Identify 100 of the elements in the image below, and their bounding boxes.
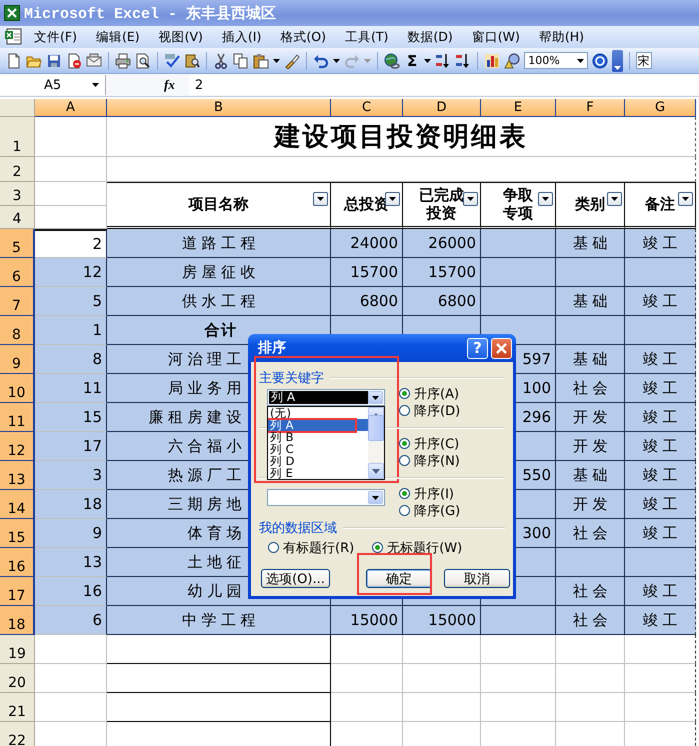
table-cell (35, 182, 107, 206)
function-button[interactable]: fx (164, 77, 175, 93)
key-dropdown[interactable]: 列 A (267, 389, 385, 406)
check-icon[interactable] (164, 52, 180, 68)
menu-item[interactable]: 视图(V) (148, 28, 212, 46)
caret-icon (372, 468, 380, 474)
filter-button[interactable] (607, 192, 622, 206)
toolbar-options-button[interactable] (612, 50, 624, 72)
shapes-icon[interactable] (504, 52, 520, 68)
dialog-button[interactable]: 选项(O)... (261, 569, 330, 588)
row-header[interactable]: 8 (0, 316, 35, 345)
menu-item[interactable]: 文件(F) (24, 28, 86, 46)
list-item[interactable]: 列 A (268, 419, 368, 431)
filter-button[interactable] (313, 192, 328, 206)
row-header[interactable]: 17 (0, 577, 35, 606)
row-header[interactable]: 21 (0, 693, 35, 722)
printer-icon[interactable] (115, 52, 131, 68)
row-header[interactable]: 3 (0, 182, 35, 206)
caret-icon[interactable] (372, 496, 379, 500)
scissors-icon[interactable] (213, 52, 229, 68)
help-icon[interactable] (592, 52, 608, 68)
dialog-button[interactable]: 取消 (444, 569, 510, 588)
row-header[interactable]: 1 (0, 117, 35, 157)
new-document-icon[interactable] (6, 52, 22, 68)
menu-item[interactable]: 帮助(H) (528, 28, 594, 46)
scrollbar-thumb[interactable] (368, 415, 384, 441)
row-header[interactable]: 11 (0, 403, 35, 432)
column-header[interactable]: E (481, 99, 556, 117)
row-header[interactable]: 6 (0, 258, 35, 287)
sort-ascending-icon[interactable] (435, 52, 452, 68)
radio-button[interactable]: 升序(A) (399, 386, 460, 401)
menu-item[interactable]: 编辑(E) (86, 28, 149, 46)
caret-icon[interactable] (372, 396, 379, 400)
name-box[interactable]: A5 (0, 75, 106, 95)
globe-icon[interactable] (384, 52, 400, 68)
caret-icon[interactable] (273, 58, 280, 62)
scroll-down-button[interactable] (368, 463, 384, 479)
menu-item[interactable]: 插入(I) (212, 28, 270, 46)
radio-button[interactable]: 降序(D) (399, 403, 460, 418)
row-header[interactable]: 13 (0, 461, 35, 490)
row-header[interactable]: 12 (0, 432, 35, 461)
menu-item[interactable]: 工具(T) (334, 28, 398, 46)
row-header[interactable]: 18 (0, 606, 35, 635)
close-button[interactable] (491, 338, 512, 358)
caret-icon[interactable] (424, 58, 432, 62)
envelope-icon[interactable] (86, 52, 102, 68)
menu-item[interactable]: 格式(O) (270, 28, 335, 46)
copy-icon[interactable] (233, 52, 249, 68)
row-header[interactable]: 4 (0, 206, 35, 229)
zoom-dropdown[interactable]: 100% (524, 52, 588, 69)
column-header[interactable]: G (625, 99, 696, 117)
caret-icon (614, 66, 622, 72)
row-header[interactable]: 10 (0, 374, 35, 403)
table-cell: 社会 (556, 519, 625, 548)
clipboard-icon[interactable] (253, 52, 269, 68)
row-header[interactable]: 9 (0, 345, 35, 374)
undo-icon[interactable] (313, 52, 329, 68)
radio-button[interactable]: 降序(G) (399, 503, 460, 518)
radio-button[interactable]: 降序(N) (399, 453, 460, 468)
column-header[interactable]: C (331, 99, 403, 117)
filter-button[interactable] (538, 192, 553, 206)
paintbrush-icon[interactable] (284, 52, 300, 68)
menu-item[interactable]: 窗口(W) (462, 28, 529, 46)
row-header[interactable]: 16 (0, 548, 35, 577)
column-header[interactable]: D (403, 99, 481, 117)
formula-field[interactable]: 2 (188, 75, 699, 95)
row-header[interactable]: 5 (0, 229, 35, 258)
row-header[interactable]: 7 (0, 287, 35, 316)
column-header[interactable]: F (556, 99, 625, 117)
table-cell: 社会 (556, 374, 625, 403)
print-preview-icon[interactable] (135, 52, 151, 68)
row-header[interactable]: 14 (0, 490, 35, 519)
row-header[interactable]: 2 (0, 157, 35, 182)
row-header[interactable]: 15 (0, 519, 35, 548)
caret-icon[interactable] (333, 58, 340, 62)
help-button[interactable]: ? (467, 338, 488, 358)
font-dropdown[interactable]: 宋 (636, 52, 652, 69)
radio-button[interactable]: 升序(I) (399, 486, 460, 501)
menu-item[interactable]: 数据(D) (397, 28, 462, 46)
caret-icon[interactable] (92, 83, 99, 87)
scrollbar[interactable] (368, 407, 384, 479)
radio-button[interactable]: 升序(C) (399, 436, 460, 451)
column-heading: 项目名称 (188, 196, 248, 214)
sort-descending-icon[interactable] (455, 52, 472, 68)
dialog-button[interactable]: 确定 (366, 569, 432, 588)
filter-button[interactable] (678, 192, 693, 206)
table-cell: 1 (35, 316, 107, 345)
filter-button[interactable] (463, 192, 478, 206)
autosum-button[interactable]: Σ (404, 52, 420, 70)
column-header[interactable]: A (35, 99, 107, 117)
caret-icon[interactable] (577, 58, 584, 62)
row-header[interactable]: 19 (0, 635, 35, 664)
bar-chart-icon[interactable] (484, 52, 500, 68)
row-header[interactable]: 22 (0, 722, 35, 746)
column-header[interactable]: B (107, 99, 331, 117)
book-icon[interactable] (184, 52, 200, 68)
row-header[interactable]: 20 (0, 664, 35, 693)
workbook-icon[interactable] (4, 28, 24, 46)
table-cell (331, 693, 403, 722)
document-icon[interactable] (66, 52, 82, 68)
